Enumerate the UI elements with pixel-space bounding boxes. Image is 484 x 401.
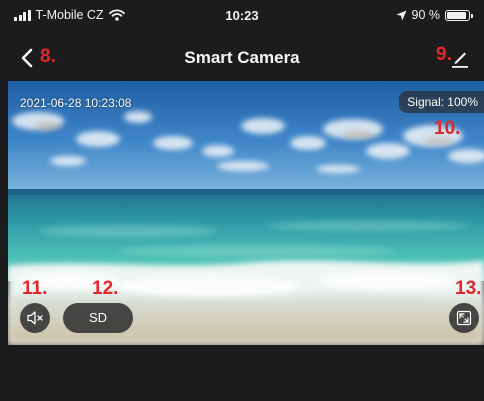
nav-bar: 8. Smart Camera 9. xyxy=(0,36,484,80)
status-right: 90 % xyxy=(396,8,473,22)
speaker-muted-icon xyxy=(27,311,43,325)
annotation-label-signal: 10. xyxy=(434,118,461,139)
video-timestamp: 2021-06-28 10:23:08 xyxy=(20,96,132,110)
edit-button[interactable] xyxy=(448,46,472,70)
fullscreen-button[interactable] xyxy=(449,303,479,333)
annotation-label-quality: 12. xyxy=(92,278,119,299)
signal-strength-badge: Signal: 100% xyxy=(399,91,484,113)
page-title: Smart Camera xyxy=(184,48,300,67)
video-quality-button[interactable]: SD xyxy=(63,303,133,333)
battery-fill xyxy=(447,11,466,19)
pencil-icon xyxy=(452,52,468,68)
camera-live-view[interactable]: 2021-06-28 10:23:08 Signal: 100% 10. 11.… xyxy=(8,81,484,345)
annotation-label-mute: 11. xyxy=(22,278,48,299)
status-bar: T-Mobile CZ 10:23 90 % xyxy=(0,0,484,34)
mute-button[interactable] xyxy=(20,303,50,333)
location-arrow-icon xyxy=(396,10,406,20)
battery-icon xyxy=(445,9,473,21)
bottom-panel xyxy=(0,345,484,401)
annotation-label-fullscreen: 13. xyxy=(455,278,482,299)
battery-percent: 90 % xyxy=(411,8,441,22)
fullscreen-icon xyxy=(456,310,472,326)
